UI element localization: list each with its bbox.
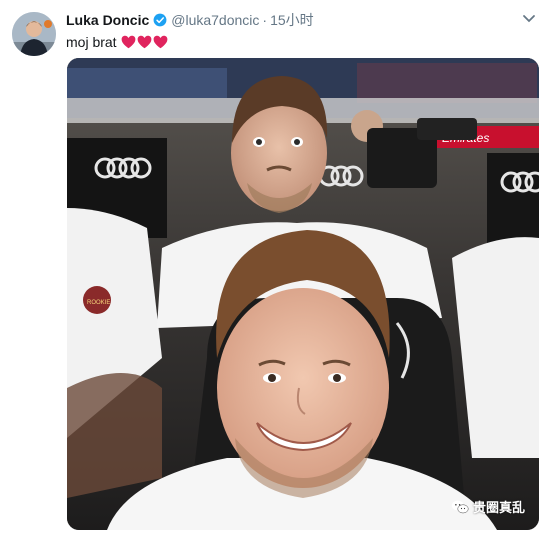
avatar-image [12, 12, 56, 56]
red-heart-icon [137, 35, 151, 49]
watermark: 贵圈真乱 [451, 497, 525, 516]
tweet-text-body: moj brat [66, 34, 117, 50]
user-handle[interactable]: @luka7doncic [171, 12, 259, 28]
tweet-header: Luka Doncic @luka7doncic · 15小时 [66, 10, 314, 30]
verified-icon [153, 13, 167, 27]
photo-scene: Emirates ROOKIE [67, 58, 539, 530]
watermark-text: 贵圈真乱 [472, 500, 525, 515]
tweet[interactable]: Luka Doncic @luka7doncic · 15小时 moj brat [0, 0, 550, 534]
shirt-badge-text: ROOKIE [87, 300, 110, 306]
avatar[interactable] [12, 12, 56, 56]
separator-dot: · [262, 12, 268, 28]
tweet-text: moj brat [66, 32, 168, 52]
tweet-photo[interactable]: Emirates ROOKIE [67, 58, 539, 530]
red-heart-icon [153, 35, 167, 49]
display-name[interactable]: Luka Doncic [66, 12, 149, 28]
wechat-icon [451, 500, 469, 513]
chevron-down-icon[interactable] [522, 14, 536, 24]
timestamp-link[interactable]: 15小时 [270, 10, 314, 30]
red-heart-icon [121, 35, 135, 49]
emoji-group [121, 35, 168, 49]
